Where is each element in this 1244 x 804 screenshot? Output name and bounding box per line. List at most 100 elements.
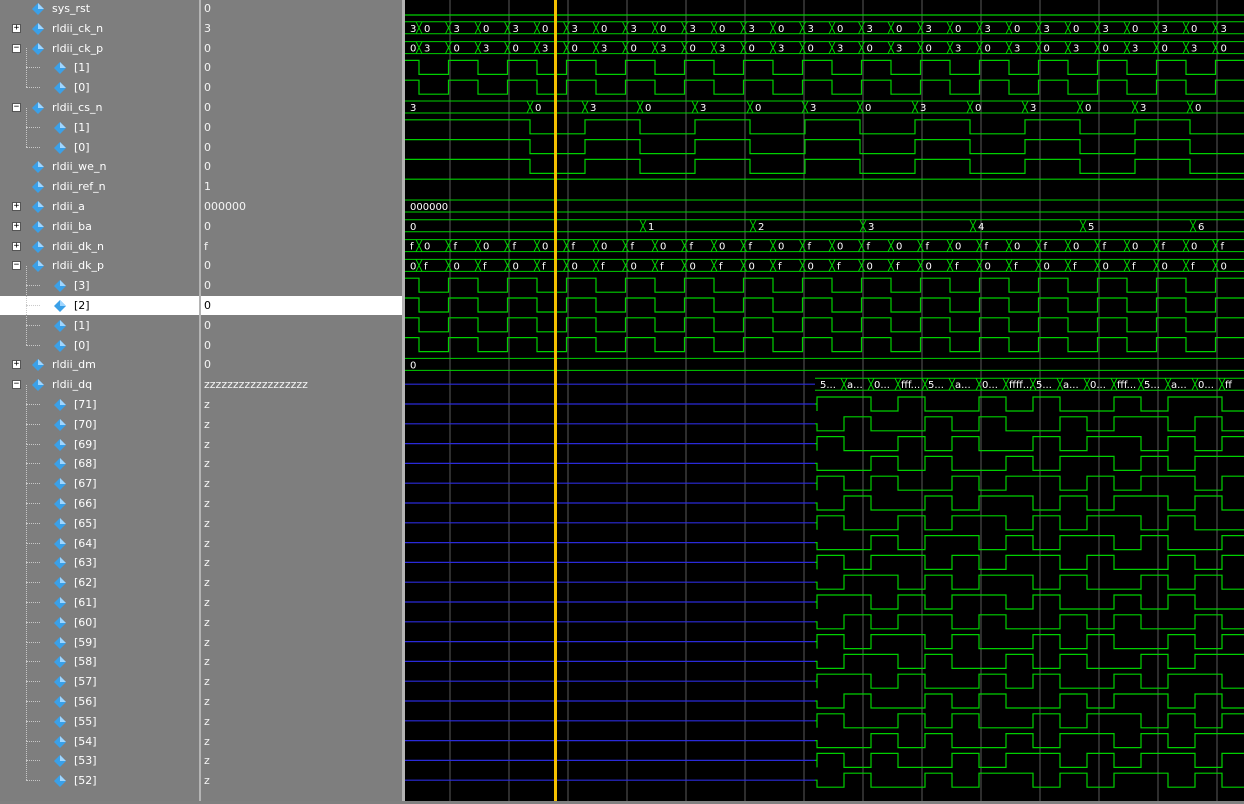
bus-value-label: 0 — [1103, 44, 1109, 55]
signal-row[interactable]: [63] — [0, 543, 199, 572]
signal-value: z — [204, 695, 210, 708]
digital-waveform — [815, 495, 1244, 511]
signal-row[interactable]: [0] — [0, 127, 199, 157]
bus-value-label: 3 — [1073, 44, 1079, 55]
bus-value-label: 0 — [410, 360, 416, 371]
bus-value-label: f — [955, 261, 959, 272]
signal-row[interactable]: [70] — [0, 404, 199, 434]
signal-row[interactable]: [1] — [0, 305, 199, 335]
signal-row[interactable]: [59] — [0, 622, 199, 652]
signal-icon — [54, 655, 66, 669]
digital-waveform — [815, 633, 1244, 650]
signal-row[interactable]: [58] — [0, 642, 199, 671]
bus-value-label: 4 — [978, 222, 984, 233]
bus-value-label: 0 — [896, 24, 902, 35]
signal-row[interactable]: [2] — [0, 286, 199, 315]
tree-line — [26, 583, 27, 602]
signal-icon — [32, 101, 44, 114]
signal-value: z — [204, 754, 210, 768]
signal-name: rldii_cs_n — [52, 101, 103, 114]
bus-value-label: 0 — [1195, 103, 1201, 114]
bus-value-label: f — [1221, 242, 1225, 253]
signal-name: [66] — [74, 497, 97, 510]
expand-icon[interactable]: + — [12, 241, 21, 251]
signal-name: [0] — [74, 338, 90, 352]
signal-name: sys_rst — [52, 2, 91, 15]
bus-value-label: 3 — [867, 24, 873, 35]
tree-line — [26, 721, 27, 741]
signal-name: [59] — [74, 635, 97, 649]
signal-value: z — [204, 457, 210, 471]
signal-name: [65] — [74, 516, 97, 530]
expand-icon[interactable]: + — [12, 221, 21, 231]
signal-row[interactable]: [52] — [0, 761, 199, 790]
signal-row[interactable]: [68] — [0, 444, 199, 473]
bus-value-label: f — [926, 242, 930, 253]
signal-row[interactable]: [61] — [0, 583, 199, 612]
signal-value: z — [204, 635, 210, 649]
bus-value-label: f — [454, 242, 458, 253]
collapse-icon[interactable]: − — [12, 380, 21, 390]
signal-name: [58] — [74, 655, 97, 669]
signal-name: [68] — [74, 457, 97, 471]
collapse-icon[interactable]: − — [12, 43, 21, 53]
signal-row[interactable]: [0] — [0, 68, 199, 97]
collapse-icon[interactable]: − — [12, 103, 21, 112]
signal-row[interactable]: [57] — [0, 662, 199, 691]
signal-row[interactable]: [60] — [0, 602, 199, 632]
bus-value-label: ffff... — [1009, 380, 1032, 391]
signal-row[interactable]: [0] — [0, 325, 199, 355]
bus-value-label: 3 — [868, 222, 874, 233]
bus-value-label: 0 — [631, 44, 637, 55]
signal-name: [0] — [74, 140, 90, 154]
signal-name: [57] — [74, 675, 97, 689]
signal-icon — [54, 715, 66, 728]
signal-row[interactable]: [62] — [0, 563, 199, 592]
bus-value-label: 5... — [928, 380, 944, 391]
bus-value-label: fff... — [1117, 380, 1136, 391]
signal-row[interactable]: [69] — [0, 424, 199, 454]
signal-name-pane: sys_rst + rldii_ck_n − rldii_ck_p [1] [0] − rldi… — [0, 0, 199, 801]
signal-row[interactable]: + rldii_ck_n — [0, 19, 199, 38]
signal-row[interactable]: sys_rst — [0, 0, 199, 18]
digital-waveform — [405, 317, 1244, 333]
expand-icon[interactable]: + — [12, 202, 21, 211]
tree-line — [26, 621, 40, 623]
signal-icon — [54, 675, 66, 689]
wave-pane[interactable]: 3030303030303030303030303030303030303030… — [405, 0, 1244, 801]
expand-icon[interactable]: + — [12, 23, 21, 33]
signal-row[interactable]: [67] — [0, 464, 199, 493]
waveform-canvas[interactable]: 3 0 3 0 3 0 3 0 3 0 3 0 3 0 3 0 3 0 3 0 3 0 3 0 3 0 3 0 30 3 0 3 0 3 0 3 0 3 0… — [405, 0, 1244, 801]
signal-value: z — [204, 516, 210, 530]
signal-row[interactable]: [3] — [0, 266, 199, 295]
signal-row[interactable]: − rldii_ck_p — [0, 39, 199, 58]
signal-row[interactable]: [64] — [0, 523, 199, 553]
signal-row[interactable]: + rldii_ba — [0, 217, 199, 236]
collapse-icon[interactable]: − — [12, 261, 21, 271]
signal-row[interactable]: + rldii_dm — [0, 355, 199, 374]
bus-value-label: 0 — [778, 24, 784, 35]
bus-value-label: 0 — [424, 242, 430, 253]
signal-row[interactable]: [56] — [0, 682, 199, 711]
signal-row[interactable]: [66] — [0, 484, 199, 513]
signal-row[interactable]: [65] — [0, 503, 199, 533]
signal-row[interactable]: rldii_ref_n — [0, 177, 199, 196]
signal-row[interactable]: [55] — [0, 701, 199, 731]
bus-value-label: 3 — [920, 103, 926, 114]
signal-row[interactable]: + rldii_a — [0, 197, 199, 216]
signal-row[interactable]: − rldii_cs_n — [0, 98, 199, 117]
signal-row[interactable]: + rldii_dk_n — [0, 237, 199, 256]
signal-row[interactable]: [71] — [0, 385, 199, 414]
bus-value-label: 0 — [837, 242, 843, 253]
signal-row[interactable]: [1] — [0, 48, 199, 77]
bus-value-label: 0 — [1044, 261, 1050, 272]
signal-row[interactable]: [1] — [0, 107, 199, 137]
signal-row[interactable]: − rldii_dk_p — [0, 256, 199, 275]
digital-waveform — [815, 534, 1244, 551]
signal-icon — [54, 636, 66, 649]
signal-row[interactable]: − rldii_dq — [0, 375, 199, 394]
expand-icon[interactable]: + — [12, 360, 21, 370]
signal-row[interactable]: [54] — [0, 721, 199, 751]
signal-row[interactable]: rldii_we_n — [0, 157, 199, 176]
signal-row[interactable]: [53] — [0, 741, 199, 770]
